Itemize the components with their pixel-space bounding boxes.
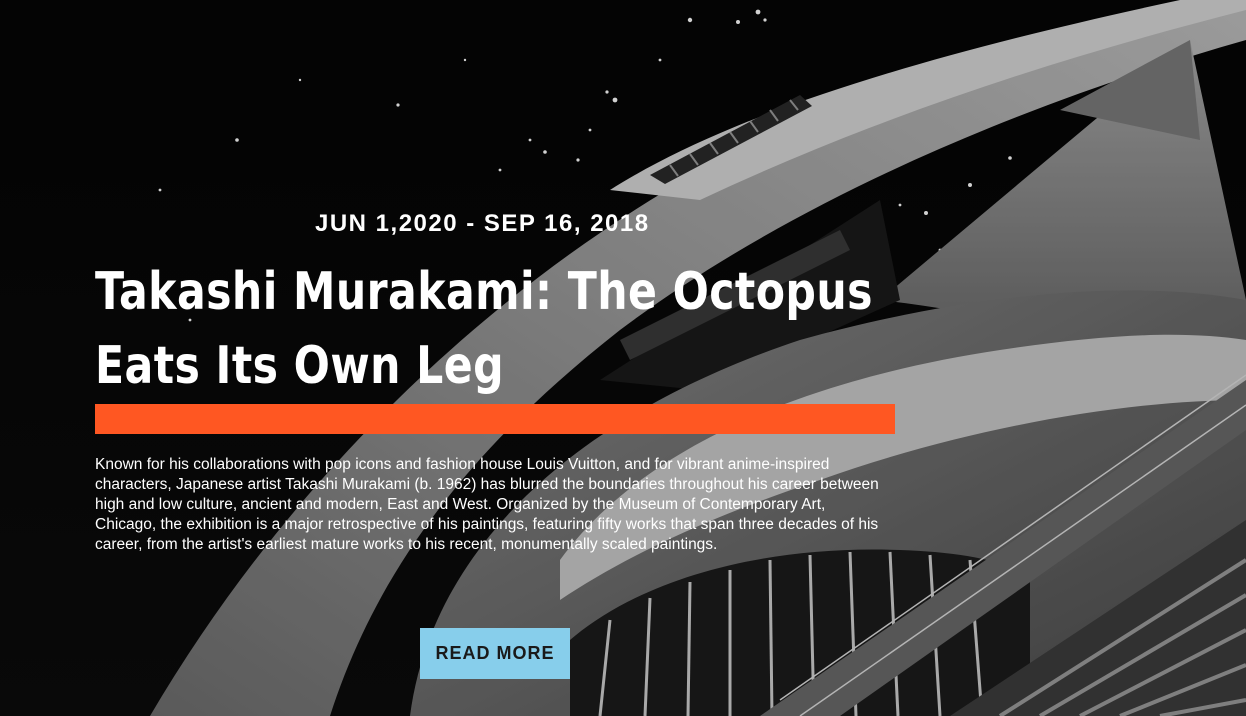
- exhibition-description: Known for his collaborations with pop ic…: [95, 456, 879, 553]
- exhibition-date-range: JUN 1,2020 - SEP 16, 2018: [315, 210, 650, 237]
- accent-bar: [95, 404, 895, 434]
- exhibition-title: Takashi Murakami: The Octopus Eats Its O…: [95, 262, 873, 396]
- read-more-button[interactable]: READ MORE: [420, 628, 570, 679]
- hero-section: JUN 1,2020 - SEP 16, 2018 Takashi Muraka…: [0, 0, 1246, 716]
